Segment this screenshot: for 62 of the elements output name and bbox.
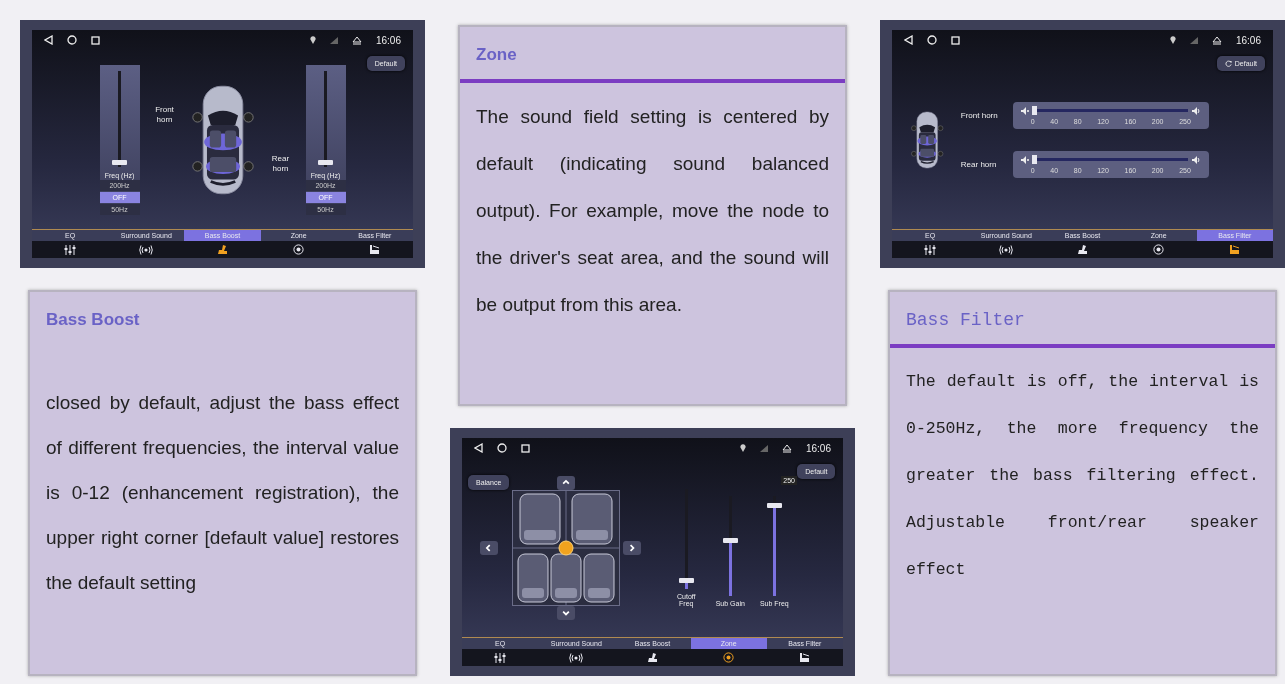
seat-filter-icon[interactable] [369,244,381,255]
slider-thumb[interactable] [318,159,333,165]
seat-icon[interactable] [647,652,658,663]
signal-icon [329,36,338,44]
home-icon[interactable] [927,35,937,45]
slider-thumb[interactable] [1031,155,1037,164]
home-icon[interactable] [67,35,77,45]
seat-filter-icon[interactable] [1229,244,1241,255]
seat-filter-icon[interactable] [799,652,811,663]
home-icon[interactable] [497,443,507,453]
speaker-high-icon [1191,155,1201,164]
seat-icon[interactable] [1077,244,1088,255]
recents-icon[interactable] [521,443,530,453]
card-text: The sound field setting is centered by default (indicating sound balanced output). For example, move the node to the driver's seat area, and the sound will be output from this area. [475,105,830,317]
signal-icon [1189,36,1198,44]
down-button[interactable] [557,606,576,620]
back-icon[interactable] [44,35,53,45]
eject-icon [1211,35,1222,45]
speaker-label: Front horn [960,110,999,120]
back-icon[interactable] [474,443,483,453]
speaker-label: Rear horn [270,154,291,174]
equalizer-icon[interactable] [64,244,77,255]
speaker-label: Rear horn [960,159,998,169]
location-icon [739,444,746,452]
broadcast-icon[interactable] [139,244,154,255]
clock-time: 16:06 [375,34,401,46]
back-icon[interactable] [904,35,913,45]
clock-time: 16:06 [805,442,831,454]
speaker-high-icon [1191,106,1201,115]
location-icon [309,36,316,44]
equalizer-icon[interactable] [924,244,937,255]
card-text: The default is off, the interval is 0-250Hz, the more frequency the greater the bass filtering effect. Adjustable front/rear speaker effect [905,371,1260,581]
seat-icon[interactable] [217,244,228,255]
speaker-label: Front horn [154,105,175,125]
signal-icon [759,444,768,452]
chevron-down-icon [561,608,572,618]
right-button[interactable] [623,541,642,555]
slider-thumb[interactable] [678,577,694,583]
card-title: Bass Boost [45,309,141,331]
left-button[interactable] [479,541,498,555]
card-title: Zone [475,44,518,66]
clock-time: 16:06 [1235,34,1261,46]
slider-thumb[interactable] [766,502,782,508]
location-icon [1169,36,1176,44]
slider-thumb[interactable] [1031,106,1037,115]
eject-icon [781,443,792,453]
recents-icon[interactable] [91,35,100,45]
broadcast-icon[interactable] [569,652,584,663]
up-button[interactable] [557,475,576,490]
target-icon[interactable] [723,652,735,663]
speaker-low-icon [1020,106,1030,115]
card-title: Bass Filter [905,309,1026,332]
slider-fill [728,540,732,596]
eject-icon [351,35,362,45]
recents-icon[interactable] [951,35,960,45]
speaker-low-icon [1020,155,1030,164]
refresh-icon [1224,60,1232,67]
slider-thumb[interactable] [722,537,738,543]
card-text: closed by default, adjust the bass effect of different frequencies, the interval value is 0-12 (enhancement registration), the upper right corner [default value] restores the default setting [45,391,400,595]
broadcast-icon[interactable] [999,244,1014,255]
equalizer-icon[interactable] [494,652,507,663]
slider-thumb[interactable] [112,159,127,165]
